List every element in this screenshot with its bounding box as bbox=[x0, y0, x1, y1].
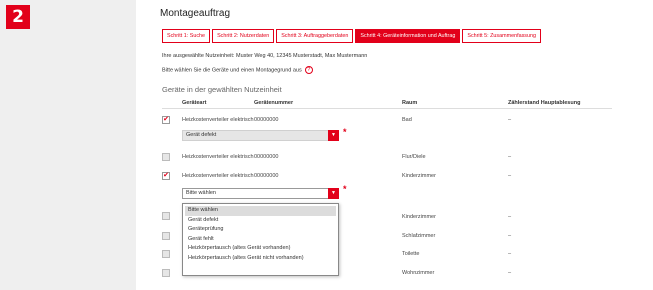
row-device-number: 00000000 bbox=[254, 154, 279, 160]
row-checkbox[interactable] bbox=[162, 212, 170, 220]
row-room: Kinderzimmer bbox=[402, 173, 436, 179]
reason-select[interactable]: Gerät defekt ▼ bbox=[182, 130, 339, 141]
row-device-type: Heizkostenverteiler elektrisch bbox=[182, 117, 254, 123]
tab-step-4[interactable]: Schritt 4: Geräteinformation und Auftrag bbox=[355, 29, 461, 43]
section-title: Geräte in der gewählten Nutzeinheit bbox=[162, 85, 282, 94]
row-room: Wohnzimmer bbox=[402, 270, 435, 276]
row-room: Bad bbox=[402, 117, 412, 123]
dropdown-option[interactable]: Heizkörpertausch (altes Gerät nicht vorh… bbox=[185, 254, 336, 264]
row-reading: – bbox=[508, 117, 512, 123]
row-device-type: Heizkostenverteiler elektrisch bbox=[182, 154, 254, 160]
row-checkbox[interactable]: ✔ bbox=[162, 116, 170, 124]
instruction-line: Bitte wählen Sie die Geräte und einen Mo… bbox=[162, 66, 313, 74]
checkmark-icon: ✔ bbox=[163, 172, 169, 179]
tab-step-1[interactable]: Schritt 1: Suche bbox=[162, 29, 211, 43]
chevron-down-icon[interactable]: ▼ bbox=[328, 130, 339, 141]
row-reading: – bbox=[508, 270, 512, 276]
row-checkbox[interactable]: ✔ bbox=[162, 172, 170, 180]
column-header-room: Raum bbox=[402, 100, 418, 106]
row-reading: – bbox=[508, 233, 512, 239]
table-divider bbox=[162, 108, 612, 109]
row-checkbox[interactable] bbox=[162, 250, 170, 258]
required-asterisk: * bbox=[343, 184, 347, 194]
required-asterisk: * bbox=[343, 127, 347, 137]
row-room: Schlafzimmer bbox=[402, 233, 436, 239]
reason-select-value: Gerät defekt bbox=[186, 132, 217, 138]
chevron-down-icon[interactable]: ▼ bbox=[328, 188, 339, 199]
row-checkbox[interactable] bbox=[162, 232, 170, 240]
checkmark-icon: ✔ bbox=[163, 116, 169, 123]
help-icon[interactable]: ? bbox=[304, 66, 313, 74]
tab-step-3[interactable]: Schritt 3: Auftraggeberdaten bbox=[276, 29, 354, 43]
selected-unit-info: Ihre ausgewählte Nutzeinheit: Muster Weg… bbox=[162, 53, 368, 59]
step-number-badge: 2 bbox=[6, 5, 30, 29]
reason-select-value: Bitte wählen bbox=[186, 190, 216, 196]
page-title: Montageauftrag bbox=[160, 8, 231, 19]
row-device-number: 00000000 bbox=[254, 173, 279, 179]
row-reading: – bbox=[508, 173, 512, 179]
dropdown-option[interactable]: Bitte wählen bbox=[185, 206, 336, 216]
column-header-reading: Zählerstand Hauptablesung bbox=[508, 100, 581, 106]
dropdown-option[interactable]: Heizkörpertausch (altes Gerät vorhanden) bbox=[185, 244, 336, 254]
row-room: Toilette bbox=[402, 251, 420, 257]
row-device-type: Heizkostenverteiler elektrisch bbox=[182, 173, 254, 179]
row-checkbox[interactable] bbox=[162, 269, 170, 277]
row-reading: – bbox=[508, 214, 512, 220]
dropdown-option[interactable]: Gerät fehlt bbox=[185, 235, 336, 245]
instruction-text: Bitte wählen Sie die Geräte und einen Mo… bbox=[162, 67, 302, 74]
row-reading: – bbox=[508, 154, 512, 160]
dropdown-option[interactable]: Geräteprüfung bbox=[185, 225, 336, 235]
reason-select[interactable]: Bitte wählen ▼ bbox=[182, 188, 339, 199]
row-room: Flur/Diele bbox=[402, 154, 426, 160]
step-tabs: Schritt 1: Suche Schritt 2: Nutzerdaten … bbox=[162, 29, 543, 43]
column-header-number: Gerätenummer bbox=[254, 100, 294, 106]
tab-step-5[interactable]: Schritt 5: Zusammenfassung bbox=[462, 29, 541, 43]
column-header-type: Geräteart bbox=[182, 100, 207, 106]
dropdown-option[interactable]: Gerät defekt bbox=[185, 216, 336, 226]
row-checkbox[interactable] bbox=[162, 153, 170, 161]
row-reading: – bbox=[508, 251, 512, 257]
row-room: Kinderzimmer bbox=[402, 214, 436, 220]
reason-dropdown-list: Bitte wählen Gerät defekt Geräteprüfung … bbox=[182, 203, 339, 276]
row-device-number: 00000000 bbox=[254, 117, 279, 123]
tab-step-2[interactable]: Schritt 2: Nutzerdaten bbox=[212, 29, 275, 43]
